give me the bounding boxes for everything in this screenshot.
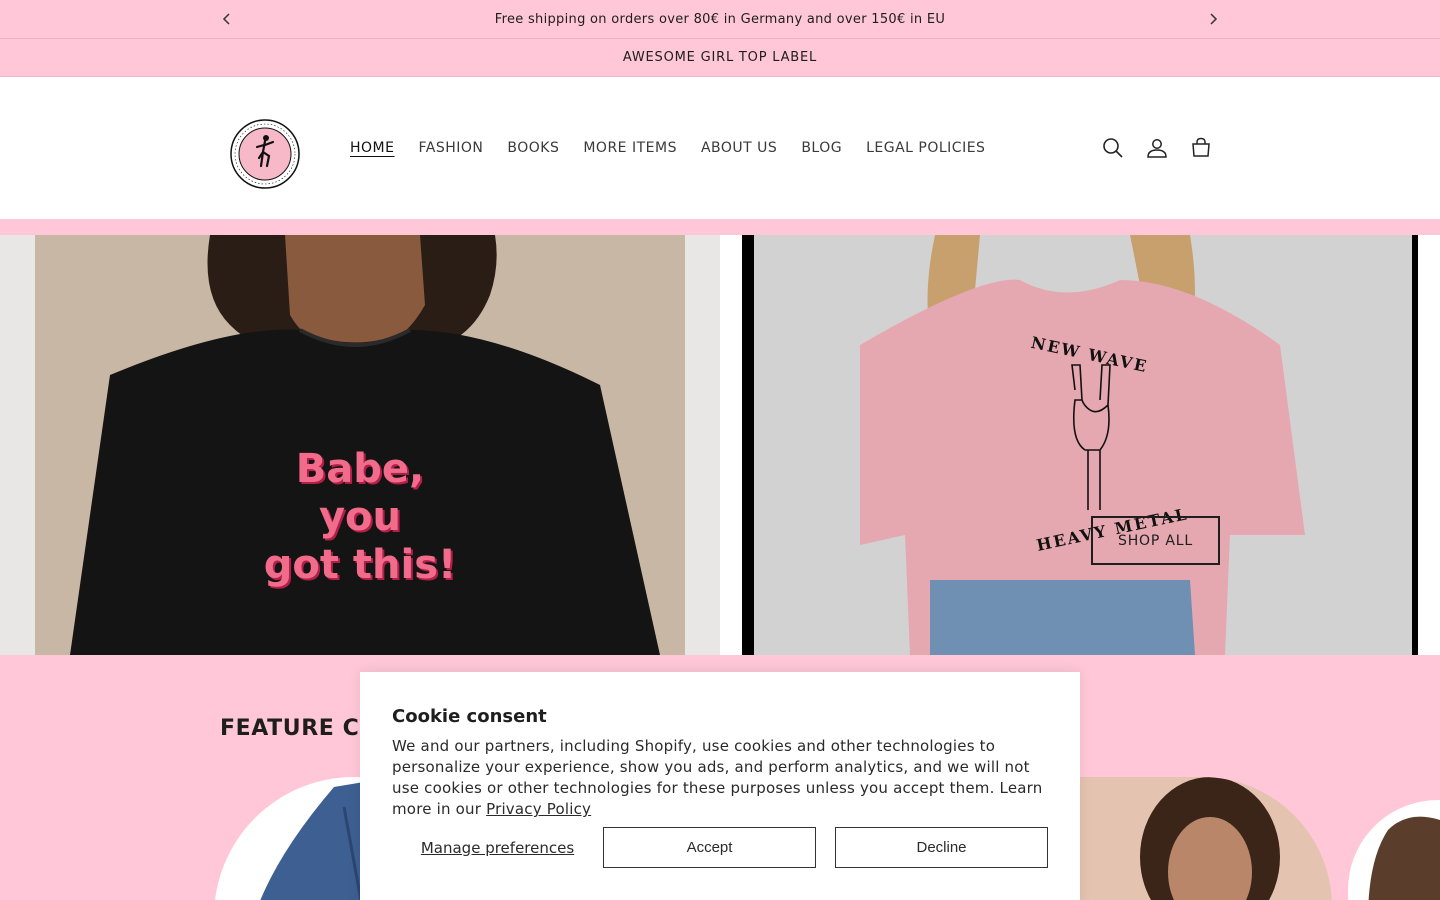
account-icon[interactable] — [1135, 126, 1179, 170]
decline-button[interactable]: Decline — [835, 827, 1048, 868]
site-header: HOME FASHION BOOKS MORE ITEMS ABOUT US B… — [0, 77, 1440, 219]
top-label-text: AWESOME GIRL TOP LABEL — [622, 50, 818, 65]
top-label-bar: AWESOME GIRL TOP LABEL — [0, 39, 1440, 77]
nav-item-legal-policies[interactable]: LEGAL POLICIES — [854, 140, 997, 156]
announcement-bar: Free shipping on orders over 80€ in Germ… — [0, 0, 1440, 39]
brand-logo[interactable] — [229, 118, 301, 190]
cart-icon[interactable] — [1179, 126, 1223, 170]
search-icon[interactable] — [1091, 126, 1135, 170]
main-nav: HOME FASHION BOOKS MORE ITEMS ABOUT US B… — [338, 77, 997, 219]
nav-item-about-us[interactable]: ABOUT US — [689, 140, 789, 156]
nav-item-more-items[interactable]: MORE ITEMS — [571, 140, 689, 156]
hand-sign-icon — [1060, 360, 1120, 514]
nav-item-blog[interactable]: BLOG — [789, 140, 854, 156]
collection-card-partial[interactable] — [1348, 800, 1440, 900]
accept-button[interactable]: Accept — [603, 827, 816, 868]
hero-left-shirt-text: Babe, you got this! — [263, 446, 457, 588]
header-icons — [1091, 77, 1223, 219]
nav-item-home[interactable]: HOME — [338, 140, 406, 156]
nav-item-books[interactable]: BOOKS — [495, 140, 571, 156]
cookie-title: Cookie consent — [392, 706, 547, 727]
shop-all-button[interactable]: SHOP ALL — [1091, 516, 1220, 565]
chevron-left-icon[interactable] — [217, 9, 237, 29]
announcement-text: Free shipping on orders over 80€ in Germ… — [494, 11, 946, 27]
chevron-right-icon[interactable] — [1203, 9, 1223, 29]
manage-preferences-button[interactable]: Manage preferences — [392, 827, 603, 868]
collection-card-portrait[interactable] — [1080, 777, 1332, 900]
hero-banner: Babe, you got this! NEW WAVE HEAVY METAL… — [0, 235, 1440, 655]
cookie-body: We and our partners, including Shopify, … — [392, 737, 1043, 818]
pink-divider — [0, 219, 1440, 235]
nav-item-fashion[interactable]: FASHION — [406, 140, 495, 156]
privacy-policy-link[interactable]: Privacy Policy — [486, 800, 591, 818]
cookie-consent-dialog: Cookie consent We and our partners, incl… — [360, 672, 1080, 900]
cookie-actions: Manage preferences Accept Decline — [392, 827, 1048, 868]
